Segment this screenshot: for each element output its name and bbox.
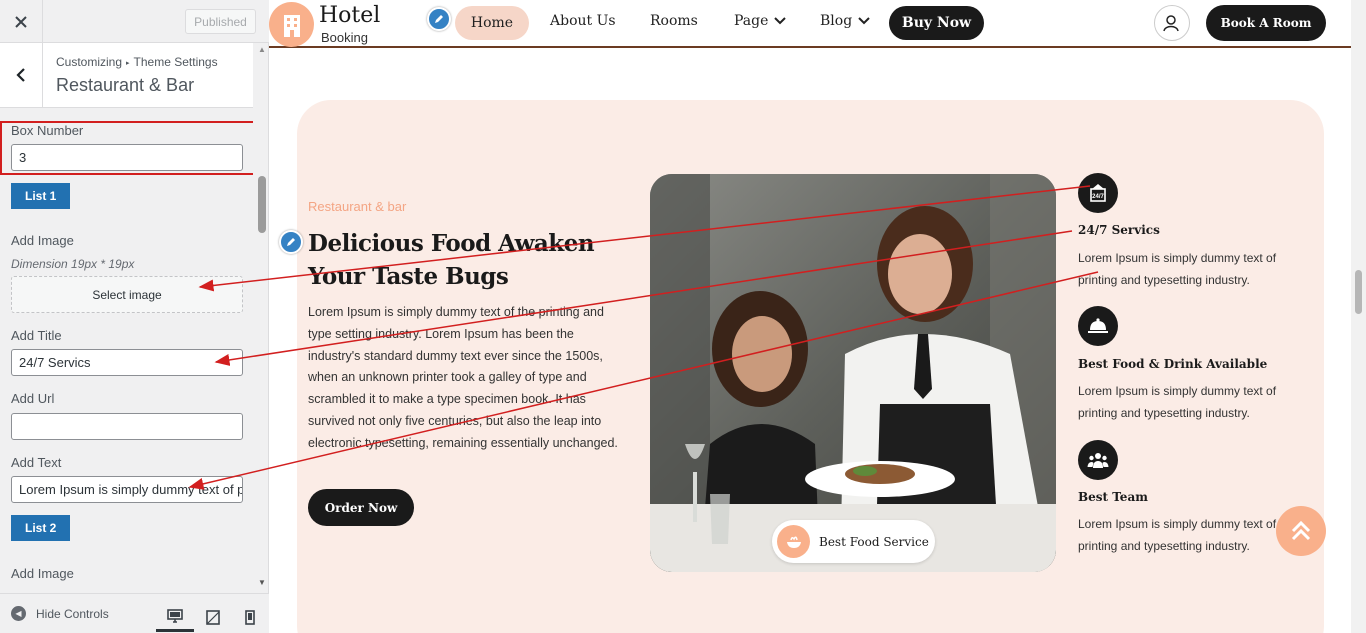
buy-now-button[interactable]: Buy Now	[889, 6, 984, 40]
feature-3-title: Best Team	[1078, 490, 1148, 504]
nav-rooms[interactable]: Rooms	[650, 13, 698, 29]
breadcrumb-separator-icon: ▸	[126, 59, 130, 67]
arrow-left-circle-icon: ◀	[11, 606, 26, 621]
add-title-label: Add Title	[11, 328, 62, 343]
feature-1-title: 24/7 Servics	[1078, 223, 1160, 237]
list-2-button[interactable]: List 2	[11, 515, 71, 541]
team-icon	[1078, 440, 1118, 480]
list-1-button[interactable]: List 1	[11, 183, 71, 209]
panel-scrollbar[interactable]: ▲ ▼	[256, 43, 268, 593]
nav-blog[interactable]: Blog	[820, 13, 870, 29]
section-header: Customizing ▸ Theme Settings Restaurant & …	[0, 43, 253, 108]
24-7-sign-icon: 24/7	[1078, 173, 1118, 213]
preview-scrollbar[interactable]	[1351, 0, 1366, 633]
restaurant-photo	[650, 174, 1056, 572]
feature-1-text: Lorem Ipsum is simply dummy text of prin…	[1078, 251, 1277, 287]
feature-2-title: Best Food & Drink Available	[1078, 357, 1268, 371]
add-text-label: Add Text	[11, 455, 62, 470]
close-icon	[15, 15, 27, 28]
svg-text:24/7: 24/7	[1092, 194, 1104, 200]
add-image-label: Add Image	[11, 233, 74, 248]
title-input[interactable]: 24/7 Servics	[11, 349, 243, 376]
nav-blog-label: Blog	[820, 13, 853, 29]
add-url-label: Add Url	[11, 391, 55, 406]
best-food-service-badge: Best Food Service	[772, 520, 935, 563]
customizer-header: Published	[0, 0, 269, 43]
mobile-icon	[245, 609, 255, 625]
nav-home[interactable]: Home	[455, 6, 529, 40]
scroll-up-icon[interactable]: ▲	[258, 45, 266, 54]
scroll-to-top-button[interactable]	[1276, 506, 1326, 556]
edit-shortcut-pencil-icon[interactable]	[279, 230, 303, 254]
controls-list: Box Number 3 List 1 Add Image Dimension …	[0, 109, 253, 592]
dimension-hint: Dimension 19px * 19px	[11, 257, 135, 271]
text-input[interactable]: Lorem Ipsum is simply dummy text of prin…	[11, 476, 243, 503]
order-now-button[interactable]: Order Now	[308, 489, 414, 526]
edit-shortcut-pencil-icon[interactable]	[427, 7, 451, 31]
box-number-input[interactable]: 3	[11, 144, 243, 171]
food-bowl-icon	[777, 525, 810, 558]
breadcrumb: Customizing ▸ Theme Settings	[56, 55, 218, 69]
scroll-down-icon[interactable]: ▼	[258, 578, 266, 587]
hotel-logo-icon[interactable]	[269, 2, 314, 47]
section-heading: Delicious Food Awaken Your Taste Bugs	[308, 230, 595, 290]
nav-page-label: Page	[734, 13, 769, 29]
feature-3-text: Lorem Ipsum is simply dummy text of prin…	[1078, 517, 1277, 553]
breadcrumb-parent: Theme Settings	[133, 55, 218, 69]
chevron-left-icon	[16, 68, 25, 82]
published-button[interactable]: Published	[185, 9, 256, 34]
desktop-preview-button[interactable]	[156, 602, 194, 632]
back-button[interactable]	[0, 43, 43, 107]
site-preview: Hotel Booking Home About Us Rooms Page B…	[269, 0, 1366, 633]
site-header: Hotel Booking Home About Us Rooms Page B…	[269, 0, 1351, 48]
desktop-icon	[167, 608, 183, 623]
user-account-button[interactable]	[1154, 5, 1190, 41]
box-number-label: Box Number	[11, 123, 84, 138]
customizer-footer: ◀ Hide Controls	[0, 593, 269, 633]
feature-2-text: Lorem Ipsum is simply dummy text of prin…	[1078, 384, 1277, 420]
breadcrumb-root: Customizing	[56, 55, 123, 69]
double-chevron-up-icon	[1291, 520, 1311, 541]
section-eyebrow: Restaurant & bar	[308, 199, 407, 214]
nav-about-us[interactable]: About Us	[550, 13, 616, 29]
tablet-icon	[206, 609, 220, 625]
site-title[interactable]: Hotel	[319, 3, 380, 28]
nav-page[interactable]: Page	[734, 13, 787, 29]
screen: Published Customizing ▸ Theme Settings Res…	[0, 0, 1366, 633]
section-paragraph: Lorem Ipsum is simply dummy text of the …	[308, 305, 618, 450]
close-customizer-button[interactable]	[0, 0, 43, 43]
book-a-room-button[interactable]: Book A Room	[1206, 5, 1326, 41]
chevron-down-icon	[774, 17, 787, 25]
site-tagline: Booking	[321, 30, 368, 45]
mobile-preview-button[interactable]	[231, 602, 269, 632]
chevron-down-icon	[858, 17, 870, 25]
scroll-thumb[interactable]	[258, 176, 266, 233]
hide-controls-label: Hide Controls	[36, 606, 109, 621]
url-input[interactable]	[11, 413, 243, 440]
tablet-preview-button[interactable]	[194, 602, 232, 632]
preview-scroll-thumb[interactable]	[1355, 270, 1362, 314]
customizer-panel: Published Customizing ▸ Theme Settings Res…	[0, 0, 269, 633]
food-cloche-icon	[1078, 306, 1118, 346]
hide-controls-button[interactable]: ◀ Hide Controls	[11, 606, 109, 621]
user-icon	[1163, 15, 1179, 32]
select-image-button[interactable]: Select image	[11, 276, 243, 313]
add-image-label-2: Add Image	[11, 566, 74, 581]
badge-text: Best Food Service	[819, 534, 929, 549]
section-title: Restaurant & Bar	[56, 75, 195, 95]
